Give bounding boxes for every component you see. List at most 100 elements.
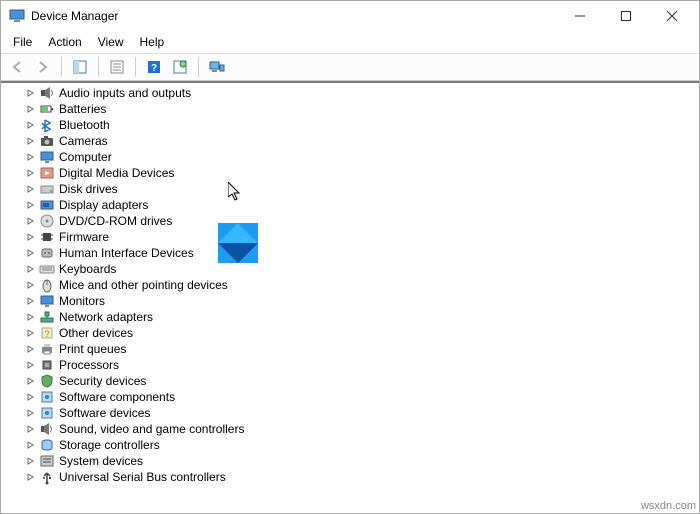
tree-item-label: Security devices — [59, 373, 146, 389]
tree-item-label: Display adapters — [59, 197, 148, 213]
expand-arrow-icon[interactable] — [25, 121, 37, 129]
expand-arrow-icon[interactable] — [25, 89, 37, 97]
scan-hardware-button[interactable] — [168, 55, 192, 79]
expand-arrow-icon[interactable] — [25, 329, 37, 337]
tree-item-label: Human Interface Devices — [59, 245, 194, 261]
expand-arrow-icon[interactable] — [25, 345, 37, 353]
expand-arrow-icon[interactable] — [25, 265, 37, 273]
window-controls — [557, 1, 695, 31]
tree-item-label: Computer — [59, 149, 112, 165]
minimize-button[interactable] — [557, 1, 603, 31]
close-button[interactable] — [649, 1, 695, 31]
tree-item-label: Other devices — [59, 325, 133, 341]
expand-arrow-icon[interactable] — [25, 153, 37, 161]
tree-item[interactable]: Display adapters — [3, 197, 699, 213]
tree-item[interactable]: Security devices — [3, 373, 699, 389]
cpu-icon — [39, 357, 55, 373]
tree-item[interactable]: Print queues — [3, 341, 699, 357]
menu-help[interactable]: Help — [132, 33, 173, 51]
tree-item[interactable]: Monitors — [3, 293, 699, 309]
tree-item[interactable]: Processors — [3, 357, 699, 373]
expand-arrow-icon[interactable] — [25, 105, 37, 113]
expand-arrow-icon[interactable] — [25, 377, 37, 385]
media-icon — [39, 165, 55, 181]
display-adapter-icon — [39, 197, 55, 213]
battery-icon — [39, 101, 55, 117]
other-icon: ? — [39, 325, 55, 341]
console-tree-button[interactable] — [68, 55, 92, 79]
software-icon — [39, 389, 55, 405]
tree-item[interactable]: Cameras — [3, 133, 699, 149]
expand-arrow-icon[interactable] — [25, 169, 37, 177]
monitor-icon — [39, 149, 55, 165]
help-button[interactable]: ? — [142, 55, 166, 79]
tree-item[interactable]: Firmware — [3, 229, 699, 245]
expand-arrow-icon[interactable] — [25, 425, 37, 433]
tree-item[interactable]: Audio inputs and outputs — [3, 85, 699, 101]
tree-item[interactable]: Digital Media Devices — [3, 165, 699, 181]
menu-file[interactable]: File — [5, 33, 40, 51]
tree-item[interactable]: Storage controllers — [3, 437, 699, 453]
svg-text:?: ? — [151, 63, 157, 74]
expand-arrow-icon[interactable] — [25, 201, 37, 209]
properties-button[interactable] — [105, 55, 129, 79]
tree-item[interactable]: ? Other devices — [3, 325, 699, 341]
printer-icon — [39, 341, 55, 357]
expand-arrow-icon[interactable] — [25, 409, 37, 417]
back-button[interactable] — [5, 55, 29, 79]
expand-arrow-icon[interactable] — [25, 361, 37, 369]
tree-item[interactable]: Disk drives — [3, 181, 699, 197]
expand-arrow-icon[interactable] — [25, 393, 37, 401]
expand-arrow-icon[interactable] — [25, 313, 37, 321]
tree-item[interactable]: Batteries — [3, 101, 699, 117]
separator — [198, 57, 199, 77]
tree-item-label: Digital Media Devices — [59, 165, 174, 181]
expand-arrow-icon[interactable] — [25, 137, 37, 145]
tree-item-label: Monitors — [59, 293, 105, 309]
watermark-text: wsxdn.com — [641, 500, 696, 512]
separator — [135, 57, 136, 77]
disc-icon — [39, 213, 55, 229]
devices-by-type-button[interactable] — [205, 55, 229, 79]
tree-item-label: Mice and other pointing devices — [59, 277, 228, 293]
maximize-button[interactable] — [603, 1, 649, 31]
tree-item[interactable]: Bluetooth — [3, 117, 699, 133]
tree-item-label: Bluetooth — [59, 117, 110, 133]
tree-item[interactable]: Network adapters — [3, 309, 699, 325]
expand-arrow-icon[interactable] — [25, 457, 37, 465]
tree-item-label: Keyboards — [59, 261, 116, 277]
forward-button[interactable] — [31, 55, 55, 79]
tree-item-label: Universal Serial Bus controllers — [59, 469, 226, 485]
tree-item[interactable]: Sound, video and game controllers — [3, 421, 699, 437]
tree-item-label: Software components — [59, 389, 175, 405]
expand-arrow-icon[interactable] — [25, 233, 37, 241]
separator — [61, 57, 62, 77]
svg-text:?: ? — [44, 329, 49, 339]
expand-arrow-icon[interactable] — [25, 441, 37, 449]
expand-arrow-icon[interactable] — [25, 249, 37, 257]
tree-item-label: Cameras — [59, 133, 108, 149]
tree-item[interactable]: Human Interface Devices — [3, 245, 699, 261]
tree-item-label: Print queues — [59, 341, 126, 357]
tree-item-label: DVD/CD-ROM drives — [59, 213, 172, 229]
tree-item[interactable]: Keyboards — [3, 261, 699, 277]
tree-item[interactable]: Computer — [3, 149, 699, 165]
expand-arrow-icon[interactable] — [25, 281, 37, 289]
tree-item[interactable]: Software components — [3, 389, 699, 405]
expand-arrow-icon[interactable] — [25, 297, 37, 305]
tree-item[interactable]: Mice and other pointing devices — [3, 277, 699, 293]
menu-view[interactable]: View — [90, 33, 132, 51]
expand-arrow-icon[interactable] — [25, 217, 37, 225]
tree-item[interactable]: System devices — [3, 453, 699, 469]
tree-item[interactable]: DVD/CD-ROM drives — [3, 213, 699, 229]
device-tree[interactable]: Audio inputs and outputsBatteriesBluetoo… — [1, 81, 699, 513]
expand-arrow-icon[interactable] — [25, 185, 37, 193]
camera-icon — [39, 133, 55, 149]
menu-action[interactable]: Action — [40, 33, 89, 51]
tree-item[interactable]: Universal Serial Bus controllers — [3, 469, 699, 485]
mouse-icon — [39, 277, 55, 293]
tree-item[interactable]: Software devices — [3, 405, 699, 421]
hid-icon — [39, 245, 55, 261]
expand-arrow-icon[interactable] — [25, 473, 37, 481]
keyboard-icon — [39, 261, 55, 277]
